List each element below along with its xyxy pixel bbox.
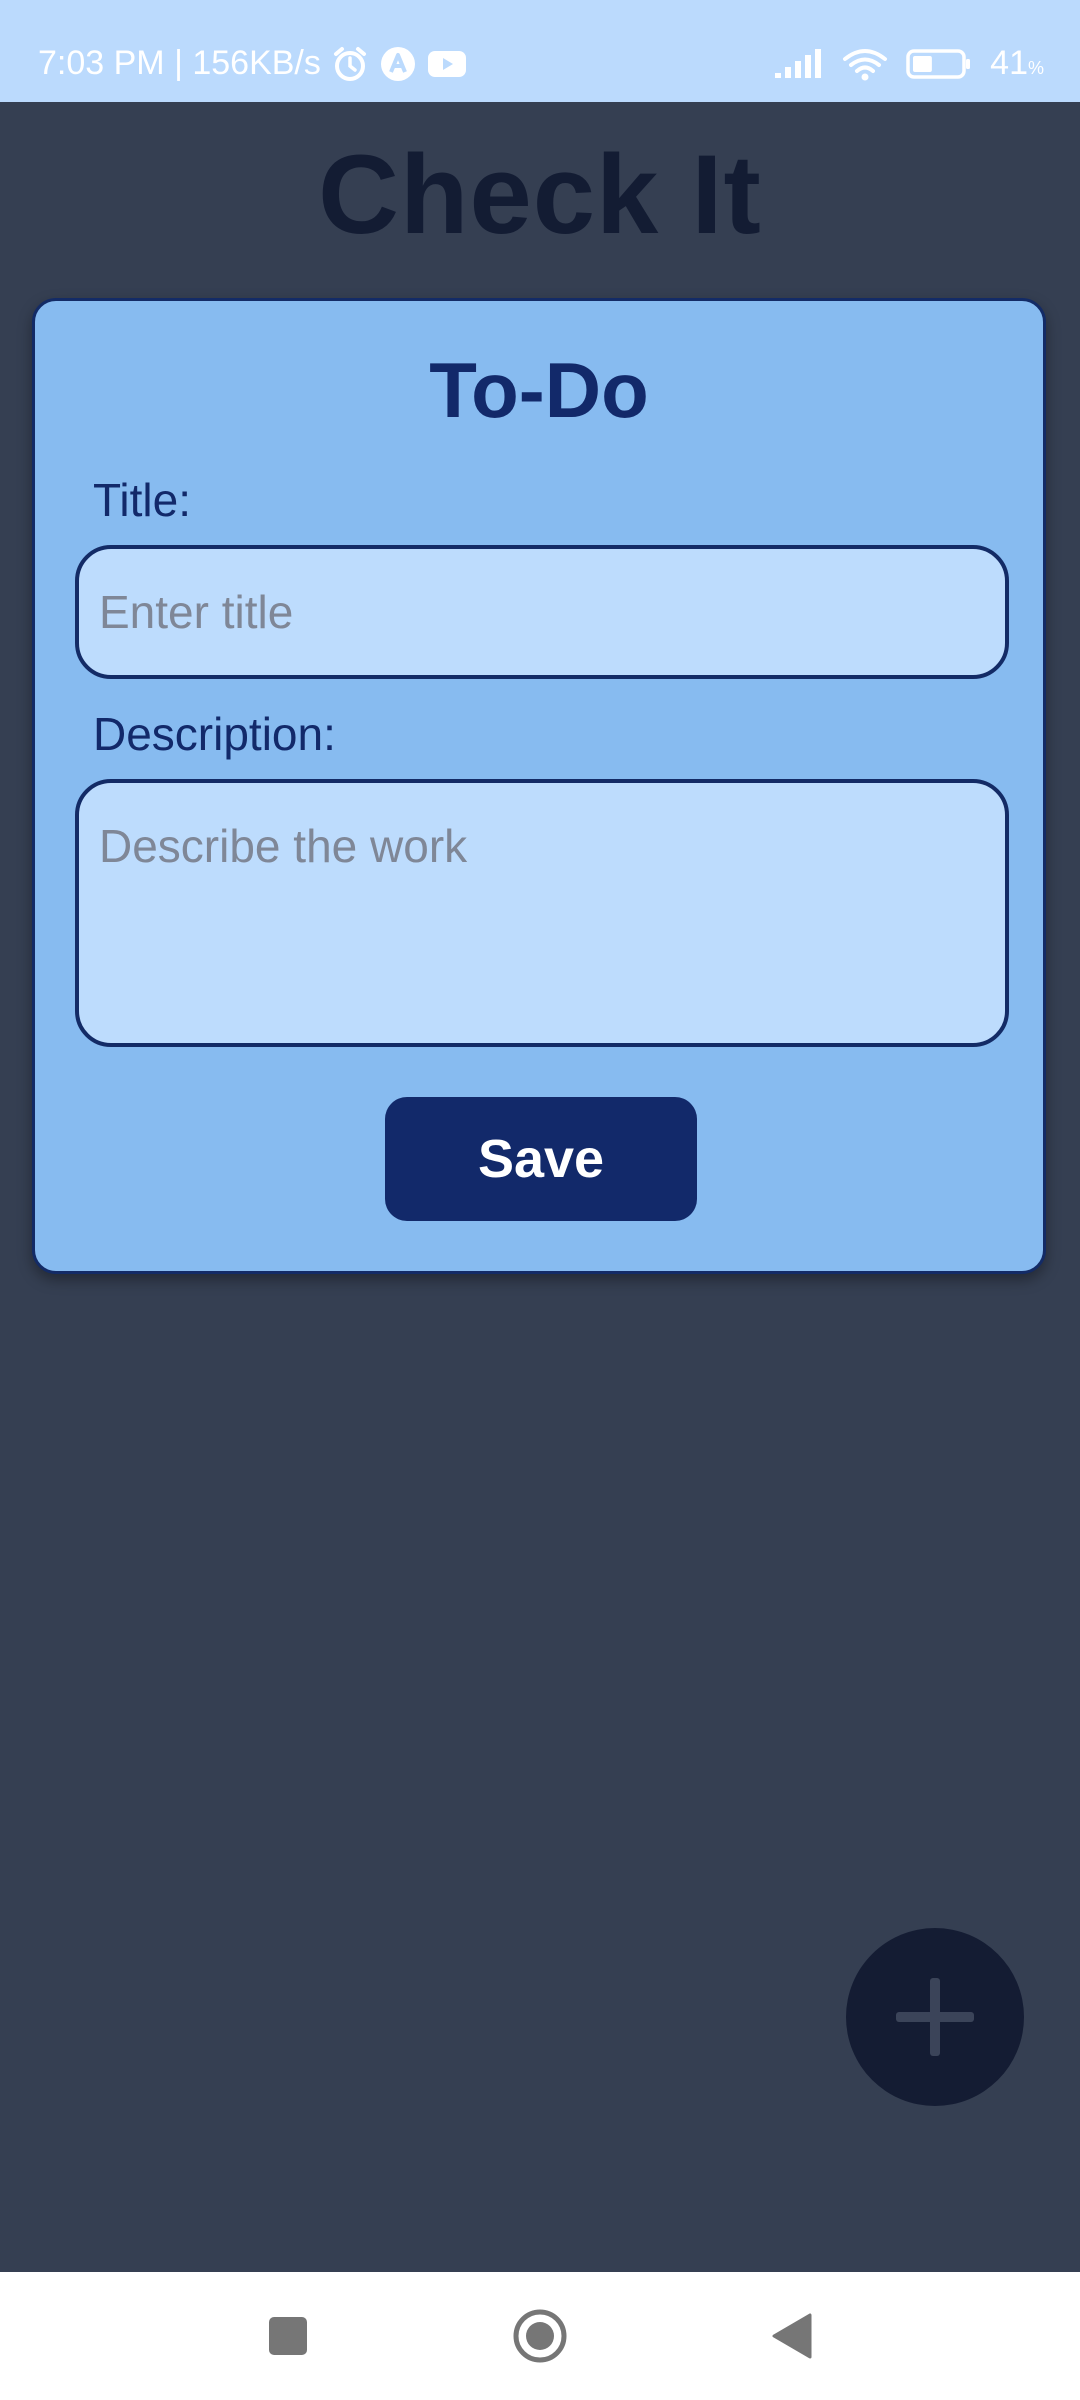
status-bar: 7:03 PM | 156KB/s 41% xyxy=(0,0,1080,102)
alarm-icon xyxy=(331,45,369,83)
plus-icon xyxy=(896,1978,974,2056)
status-left: 7:03 PM | 156KB/s xyxy=(38,44,467,83)
home-button[interactable] xyxy=(512,2308,568,2364)
battery-percent-unit: % xyxy=(1027,58,1044,78)
save-button[interactable]: Save xyxy=(385,1097,697,1221)
home-icon xyxy=(513,2309,567,2363)
app-screen: 7:03 PM | 156KB/s 41% Check It To-Do Tit… xyxy=(0,0,1080,2400)
dialog-heading: To-Do xyxy=(429,346,649,434)
description-input[interactable] xyxy=(75,779,1009,1047)
status-time-speed: 7:03 PM | 156KB/s xyxy=(38,44,321,82)
navigation-bar xyxy=(0,2272,1080,2400)
app-title: Check It xyxy=(318,132,762,257)
recents-icon xyxy=(269,2317,307,2355)
add-todo-button[interactable] xyxy=(846,1928,1024,2106)
back-icon xyxy=(772,2313,812,2359)
todo-dialog: To-Do Title: Description: Save xyxy=(32,298,1046,1274)
battery-icon xyxy=(906,48,972,80)
title-label: Title: xyxy=(93,474,191,526)
battery-percent: 41% xyxy=(990,44,1044,83)
battery-percent-value: 41 xyxy=(990,44,1028,82)
youtube-icon xyxy=(427,49,467,79)
app-a-icon xyxy=(379,45,417,83)
title-input[interactable] xyxy=(75,545,1009,679)
recents-button[interactable] xyxy=(260,2308,316,2364)
description-label: Description: xyxy=(93,708,336,760)
status-right: 41% xyxy=(774,44,1044,83)
signal-icon xyxy=(774,48,824,79)
wifi-icon xyxy=(842,47,888,81)
back-button[interactable] xyxy=(764,2308,820,2364)
